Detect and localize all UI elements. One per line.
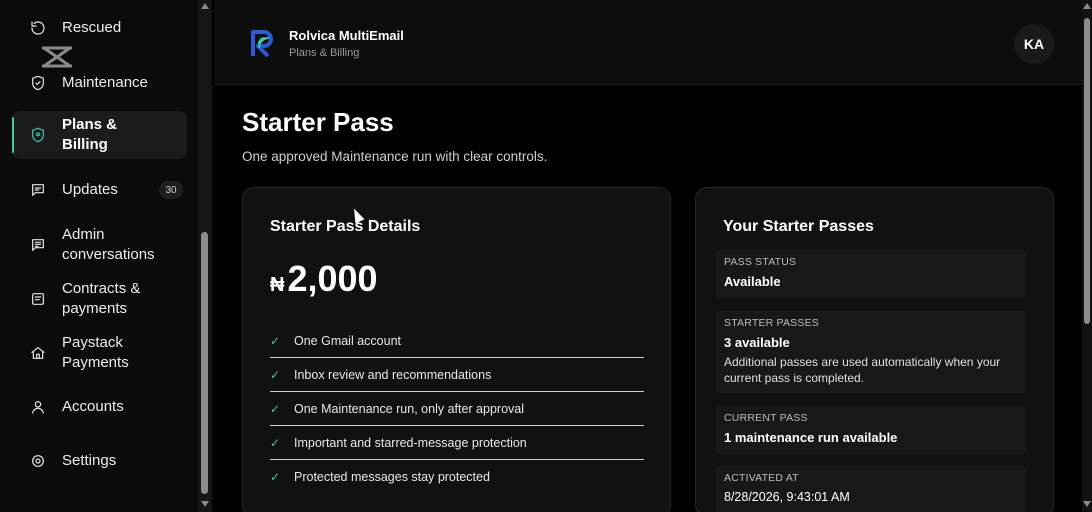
check-icon: ✓: [270, 367, 281, 382]
sidebar-item-label: Rescued: [62, 19, 122, 36]
currency-symbol: ₦: [270, 274, 285, 296]
details-card-title: Starter Pass Details: [270, 218, 421, 235]
starter-passes-note: Additional passes are used automatically…: [724, 355, 1001, 385]
activated-at-block: ACTIVATED AT 8/28/2026, 9:43:01 AM: [716, 466, 1026, 512]
sidebar-item-admin-conversations[interactable]: Admin conversations: [12, 224, 187, 266]
scrollbar-thumb[interactable]: [201, 232, 208, 494]
document-icon: [29, 290, 47, 308]
sidebar-item-label: Contracts & payments: [62, 280, 141, 317]
scroll-down-arrow-icon[interactable]: [1083, 501, 1091, 507]
feature-text: One Gmail account: [294, 333, 401, 348]
list-item: ✓ One Gmail account: [270, 324, 644, 358]
scrollbar-thumb[interactable]: [1084, 18, 1090, 324]
list-item: ✓ Important and starred-message protecti…: [270, 426, 644, 460]
sidebar-item-label: Maintenance: [62, 74, 148, 91]
sidebar-item-settings[interactable]: Settings: [12, 449, 187, 473]
app-title: Rolvica MultiEmail: [289, 28, 404, 43]
feature-text: Protected messages stay protected: [294, 470, 490, 484]
sidebar-item-accounts[interactable]: Accounts: [12, 395, 187, 419]
starter-passes-label: STARTER PASSES: [724, 317, 819, 329]
sidebar-item-label: Plans & Billing: [62, 116, 118, 153]
refresh-icon: [29, 19, 47, 37]
feature-text: Important and starred-message protection: [294, 435, 527, 450]
sidebar-item-label: Accounts: [62, 398, 124, 415]
sidebar-item-contracts-payments[interactable]: Contracts & payments: [12, 278, 187, 320]
list-item: ✓ One Maintenance run, only after approv…: [270, 392, 644, 426]
pass-status-block: PASS STATUS Available: [716, 250, 1026, 298]
price-amount: 2,000: [287, 258, 378, 299]
main-scrollbar[interactable]: [1082, 0, 1092, 512]
sidebar-item-rescued[interactable]: Rescued: [12, 16, 187, 40]
current-pass-block: CURRENT PASS 1 maintenance run available: [716, 406, 1026, 454]
brand-logo-icon: [250, 28, 276, 58]
scroll-up-arrow-icon[interactable]: [201, 3, 209, 9]
current-pass-label: CURRENT PASS: [724, 412, 808, 424]
feature-list: ✓ One Gmail account ✓ Inbox review and r…: [270, 324, 644, 494]
chat-icon: [29, 181, 47, 199]
starter-pass-details-card: Starter Pass Details ₦ 2,000 ✓ One Gmail…: [242, 187, 671, 512]
pass-status-value: Available: [724, 274, 781, 289]
price: ₦ 2,000: [270, 258, 378, 300]
scroll-down-arrow-icon[interactable]: [201, 501, 209, 507]
sidebar-item-label: Paystack Payments: [62, 334, 129, 371]
starter-passes-value: 3 available: [724, 335, 790, 350]
current-pass-value: 1 maintenance run available: [724, 430, 898, 445]
sidebar-item-maintenance[interactable]: Maintenance: [12, 71, 187, 95]
shield-icon: [29, 74, 47, 92]
check-icon: ✓: [270, 435, 281, 450]
check-icon: ✓: [270, 333, 281, 348]
sidebar-item-plans-billing[interactable]: Plans & Billing: [12, 111, 187, 159]
shield-icon: [29, 126, 47, 144]
home-icon: [29, 344, 47, 362]
app-subtitle: Plans & Billing: [289, 47, 360, 59]
sidebar-item-paystack-payments[interactable]: Paystack Payments: [12, 332, 187, 374]
feature-text: Inbox review and recommendations: [294, 367, 492, 382]
list-item: ✓ Inbox review and recommendations: [270, 358, 644, 392]
feature-text: One Maintenance run, only after approval: [294, 401, 524, 416]
check-icon: ✓: [270, 470, 281, 484]
activated-at-value: 8/28/2026, 9:43:01 AM: [724, 490, 850, 504]
user-icon: [29, 398, 47, 416]
sidebar-scrollbar[interactable]: [198, 0, 212, 512]
sidebar-item-label: Updates: [62, 181, 118, 198]
starter-passes-block: STARTER PASSES 3 available Additional pa…: [716, 311, 1026, 393]
scroll-up-arrow-icon[interactable]: [1083, 3, 1091, 9]
passes-card-title: Your Starter Passes: [723, 218, 874, 235]
sidebar-item-label: Admin conversations: [62, 226, 155, 263]
list-item: ✓ Protected messages stay protected: [270, 460, 644, 494]
sidebar-item-label: Settings: [62, 452, 117, 469]
avatar[interactable]: KA: [1014, 24, 1054, 64]
activated-at-label: ACTIVATED AT: [724, 472, 799, 484]
pass-status-label: PASS STATUS: [724, 256, 797, 268]
check-icon: ✓: [270, 401, 281, 416]
inbox-icon: [29, 236, 47, 254]
sidebar: Rescued Maintenance Plans & Billing Upda…: [0, 0, 198, 512]
updates-count-badge: 30: [159, 181, 183, 199]
page-title: Starter Pass: [242, 107, 394, 137]
your-starter-passes-card: Your Starter Passes PASS STATUS Availabl…: [695, 187, 1054, 512]
page-subtitle: One approved Maintenance run with clear …: [242, 149, 548, 164]
top-header: Rolvica MultiEmail Plans & Billing KA: [214, 0, 1082, 85]
sidebar-item-updates[interactable]: Updates 30: [12, 178, 187, 202]
gear-icon: [29, 452, 47, 470]
app-logo-icon: [40, 44, 74, 68]
